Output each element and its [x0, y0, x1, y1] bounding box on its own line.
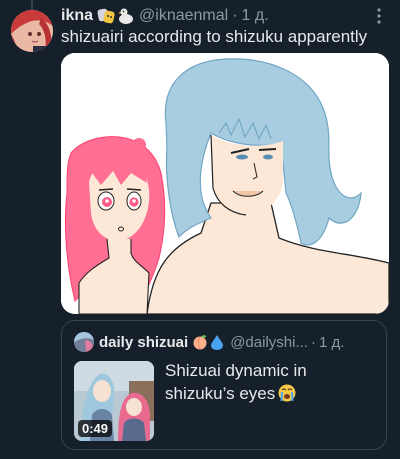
quote-text: Shizuai dynamic in shizuku’s eyes [165, 359, 370, 405]
quote-handle[interactable]: @dailyshi... [230, 334, 308, 351]
timestamp[interactable]: 1 д. [242, 7, 269, 25]
separator-dot: · [232, 7, 238, 24]
quote-avatar [74, 332, 94, 352]
thread-line [31, 0, 33, 10]
tweet-text: shizuairi according to shizuku apparentl… [61, 27, 368, 46]
name-emoji-group [97, 7, 135, 25]
quote-name-emoji-group [192, 334, 226, 350]
media-image[interactable] [61, 53, 389, 314]
performing-arts-emoji [97, 8, 115, 24]
tweet-header: ikna @iknaenmal · 1 д. [61, 5, 388, 27]
tweet[interactable]: ikna @iknaenmal · 1 д. shizuairi accordi… [0, 0, 400, 459]
video-thumbnail[interactable]: 0:49 [74, 361, 154, 441]
avatar-image [11, 10, 53, 52]
quote-timestamp[interactable]: 1 д. [319, 334, 344, 351]
display-name[interactable]: ikna [61, 7, 93, 25]
crying-emoji-icon [278, 384, 296, 402]
quote-header: daily shizuai @dailyshi... · 1 д. [74, 331, 376, 353]
quote-separator-dot: · [310, 333, 316, 351]
avatar[interactable] [11, 10, 53, 52]
more-options-icon[interactable] [370, 7, 388, 25]
duck-emoji [118, 8, 134, 24]
drawing-image [61, 53, 389, 314]
video-duration: 0:49 [78, 420, 113, 437]
quote-display-name[interactable]: daily shizuai [99, 334, 188, 351]
droplet-emoji [211, 335, 224, 350]
quote-tweet[interactable]: daily shizuai @dailyshi... · 1 д. 0:49 S… [61, 320, 387, 450]
peach-emoji [193, 335, 207, 350]
handle[interactable]: @iknaenmal [139, 7, 228, 25]
